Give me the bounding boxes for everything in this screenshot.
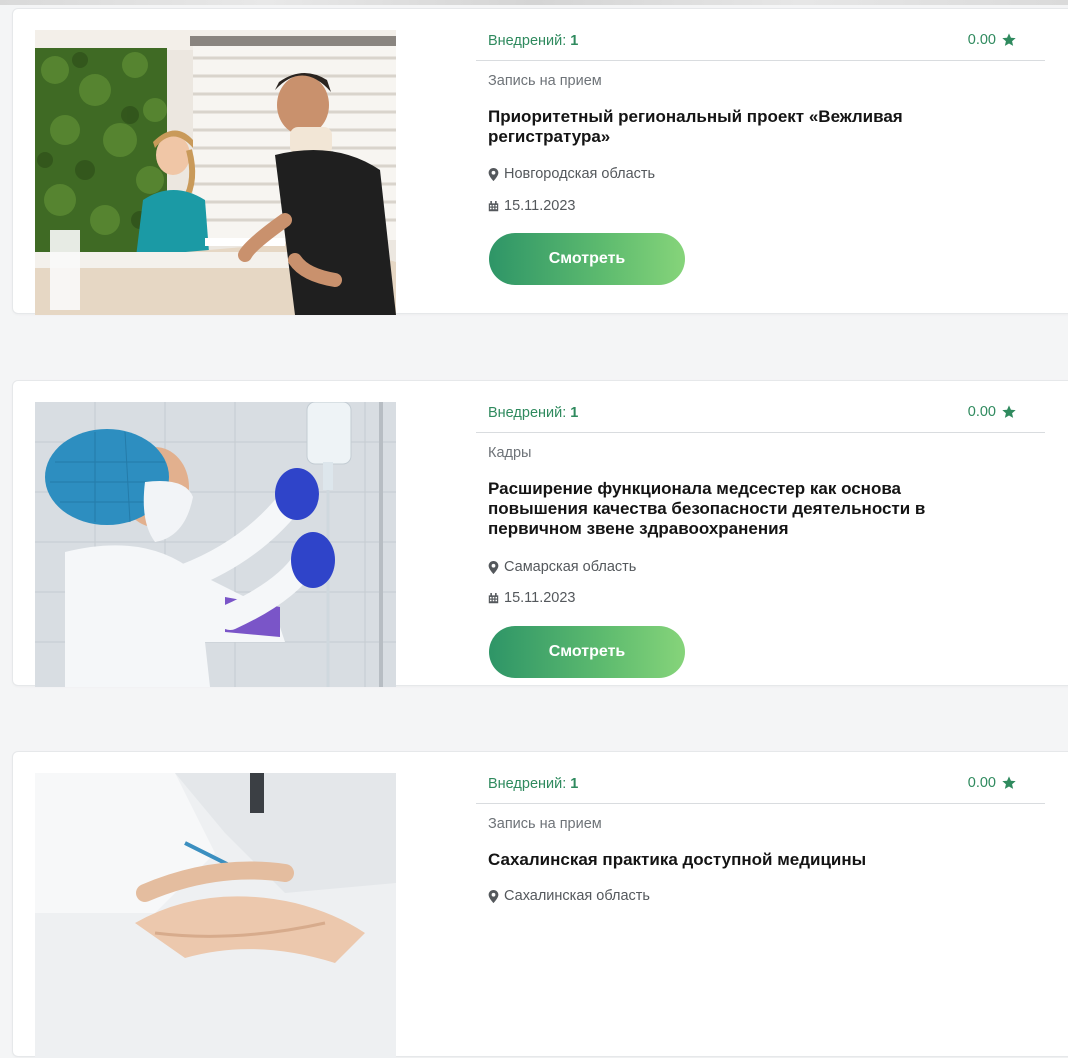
view-button[interactable]: Смотреть [489, 626, 685, 678]
rating-value: 0.00 [967, 32, 996, 48]
practice-region: Новгородская область [488, 166, 655, 182]
practice-date: 15.11.2023 [488, 198, 576, 214]
practice-card: Внедрений: 1 0.00 Кадры Расширение функц… [12, 380, 1068, 687]
rating-value: 0.00 [967, 404, 996, 420]
rating: 0.00 [968, 32, 1017, 48]
implementations-count: Внедрений: 1 [488, 33, 579, 49]
practice-image-reception[interactable] [35, 30, 396, 315]
practice-card: Внедрений: 1 0.00 Запись на прием Приори… [12, 8, 1068, 315]
calendar-icon [488, 592, 499, 603]
implementations-count: Внедрений: 1 [488, 776, 579, 792]
practice-date: 15.11.2023 [488, 590, 576, 606]
rating-value: 0.00 [967, 775, 996, 791]
practice-title[interactable]: Расширение функционала медсестер как осн… [488, 479, 988, 539]
star-icon [1002, 776, 1016, 789]
calendar-icon [488, 200, 499, 211]
practice-card: Внедрений: 1 0.00 Запись на прием Сахали… [12, 751, 1068, 1058]
practice-title[interactable]: Сахалинская практика доступной медицины [488, 850, 988, 870]
map-marker-icon [488, 889, 499, 903]
top-strip [0, 0, 1068, 5]
date-label: 15.11.2023 [504, 590, 576, 606]
practice-category: Запись на прием [488, 73, 602, 89]
rating: 0.00 [968, 775, 1017, 791]
practice-category: Запись на прием [488, 816, 602, 832]
practice-category: Кадры [488, 445, 532, 461]
date-label: 15.11.2023 [504, 198, 576, 214]
practice-title[interactable]: Приоритетный региональный проект «Вежлив… [488, 107, 988, 147]
region-label: Самарская область [504, 559, 637, 575]
region-label: Сахалинская область [504, 888, 650, 904]
map-marker-icon [488, 560, 499, 574]
view-button[interactable]: Смотреть [489, 233, 685, 285]
practice-meta-row: Внедрений: 1 0.00 [476, 29, 1045, 61]
map-marker-icon [488, 167, 499, 181]
practice-region: Самарская область [488, 559, 636, 575]
practice-meta-row: Внедрений: 1 0.00 [476, 401, 1045, 433]
rating: 0.00 [968, 404, 1017, 420]
implementations-count: Внедрений: 1 [488, 405, 579, 421]
practice-meta-row: Внедрений: 1 0.00 [476, 772, 1045, 804]
star-icon [1002, 33, 1016, 46]
practice-region: Сахалинская область [488, 888, 650, 904]
practice-image-hands[interactable] [35, 773, 396, 1058]
practice-image-nurse[interactable] [35, 402, 396, 687]
star-icon [1002, 405, 1016, 418]
region-label: Новгородская область [504, 166, 656, 182]
